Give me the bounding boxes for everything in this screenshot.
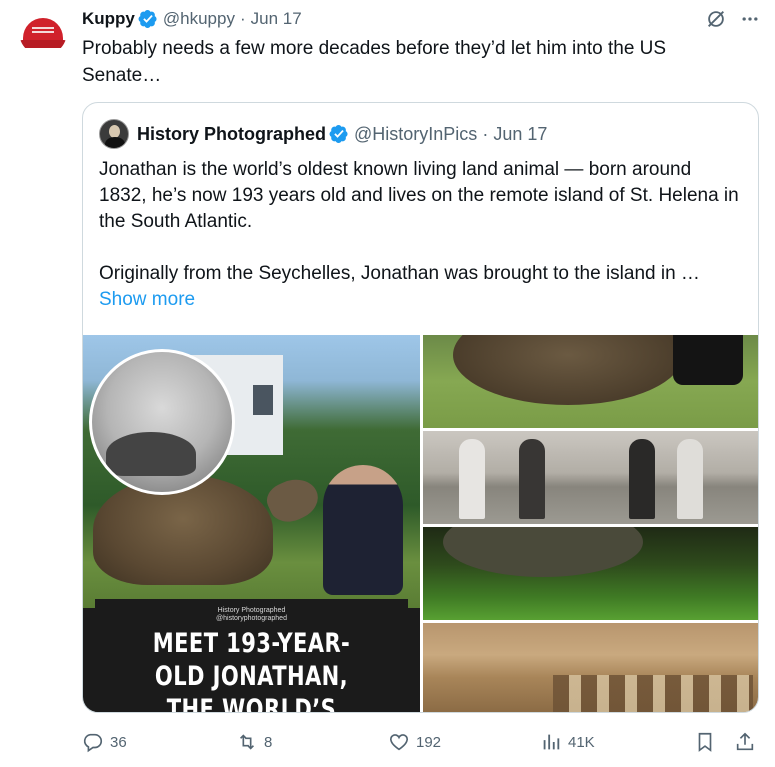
reply-count: 36 [110, 733, 127, 751]
reply-icon [83, 733, 103, 753]
verified-badge-icon [329, 125, 348, 143]
media-image-2[interactable] [423, 335, 758, 428]
verified-badge-icon [138, 10, 157, 28]
views-button[interactable]: 41K [540, 728, 595, 756]
quoted-author-handle[interactable]: @HistoryInPics [354, 124, 477, 145]
like-button[interactable]: 192 [388, 728, 441, 756]
image-headline: MEET 193-YEAR-OLD JONATHAN, THE WORLD’S … [152, 628, 351, 713]
like-count: 192 [416, 733, 442, 751]
image-brand: History Photographed @historyphotographe… [95, 607, 408, 623]
quoted-paragraph-2: Originally from the Seychelles, Jonathan… [99, 263, 700, 284]
bookmark-icon [698, 732, 712, 752]
tweet-text: Probably needs a few more decades before… [82, 38, 667, 86]
views-icon [543, 734, 560, 750]
quoted-tweet[interactable]: History Photographed @HistoryInPics · Ju… [82, 102, 759, 713]
inset-photo [89, 349, 235, 495]
action-bar: 36 8 192 41K [82, 728, 762, 756]
bookmark-button[interactable] [694, 728, 716, 756]
red-cap-image [19, 18, 67, 48]
quoted-header: History Photographed @HistoryInPics · Ju… [99, 119, 547, 149]
media-image-4[interactable] [423, 527, 758, 620]
author-name[interactable]: Kuppy [82, 9, 135, 29]
separator: · [239, 9, 246, 28]
quoted-author-name[interactable]: History Photographed [137, 124, 326, 145]
image-caption-box: History Photographed @historyphotographe… [95, 599, 408, 713]
quoted-date[interactable]: Jun 17 [493, 124, 547, 145]
share-icon [736, 732, 754, 751]
image-brand-handle: @historyphotographed [216, 615, 287, 622]
like-icon [389, 734, 409, 751]
repost-count: 8 [264, 733, 273, 751]
quoted-text: Jonathan is the world’s oldest known liv… [99, 157, 739, 313]
show-more-link[interactable]: Show more [99, 287, 739, 313]
more-icon[interactable] [739, 8, 761, 30]
media-image-5[interactable] [423, 623, 758, 712]
share-button[interactable] [734, 728, 756, 756]
image-brand-name: History Photographed [217, 607, 286, 614]
repost-icon [239, 734, 255, 750]
author-handle[interactable]: @hkuppy [163, 9, 235, 29]
grok-icon[interactable] [705, 8, 727, 30]
tweet-top-actions [705, 8, 761, 30]
quoted-paragraph-1: Jonathan is the world’s oldest known liv… [99, 159, 739, 232]
views-count: 41K [568, 733, 595, 751]
tweet-date[interactable]: Jun 17 [251, 9, 302, 29]
reply-button[interactable]: 36 [82, 728, 127, 756]
author-avatar[interactable] [19, 8, 67, 56]
media-grid: History Photographed @historyphotographe… [83, 335, 758, 713]
repost-button[interactable]: 8 [236, 728, 272, 756]
quoted-avatar[interactable] [99, 119, 129, 149]
media-image-main[interactable]: History Photographed @historyphotographe… [83, 335, 420, 713]
media-image-3[interactable] [423, 431, 758, 524]
tweet-header: Kuppy @hkuppy · Jun 17 [82, 8, 302, 30]
separator: · [482, 123, 489, 144]
